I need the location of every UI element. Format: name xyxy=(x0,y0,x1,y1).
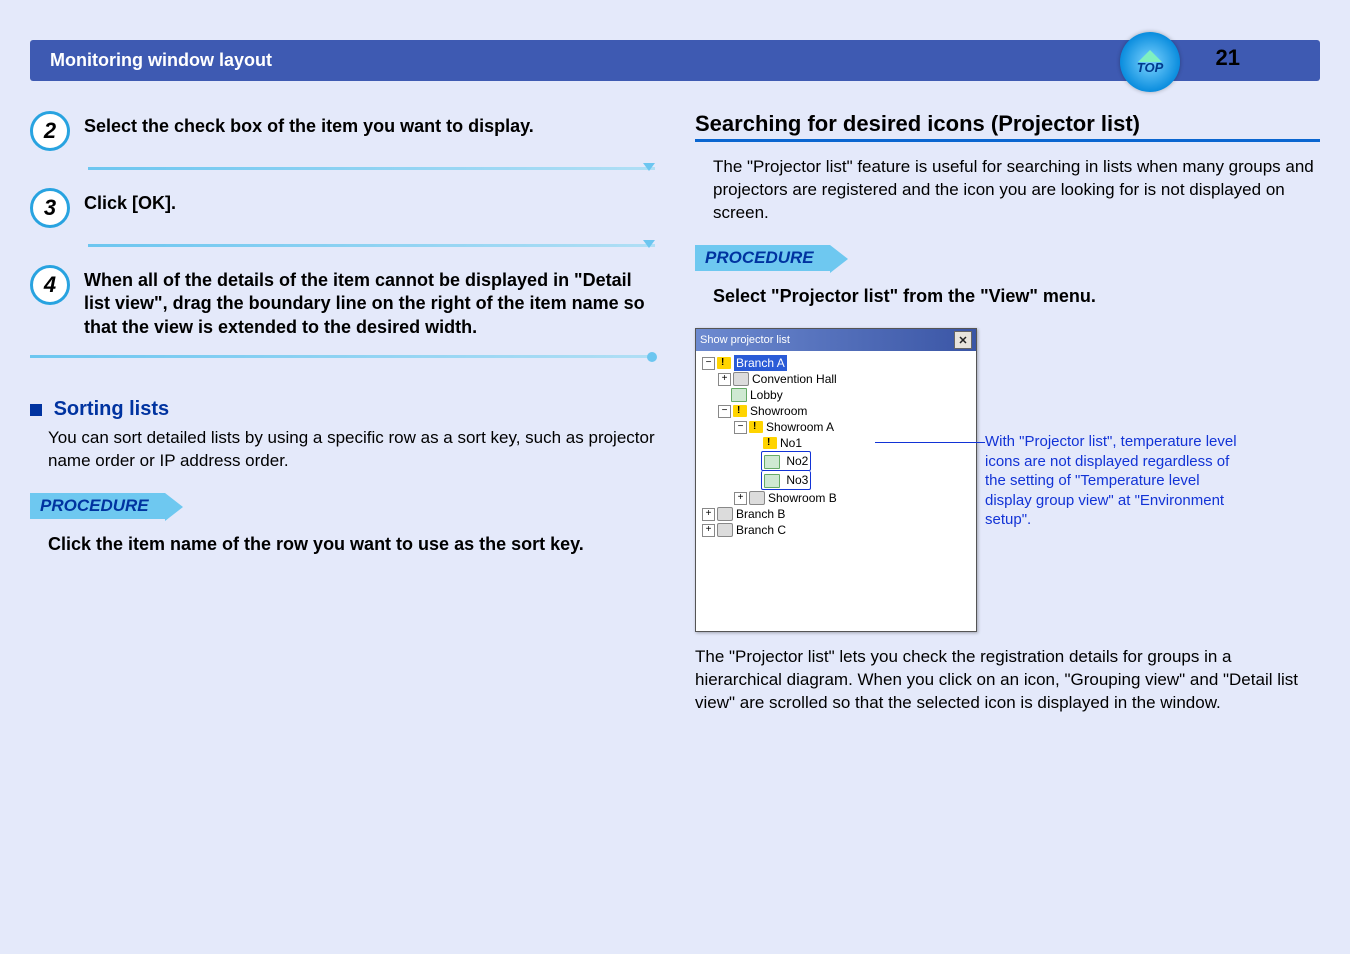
sorting-instruction: Click the item name of the row you want … xyxy=(48,533,655,556)
tree-label: Lobby xyxy=(750,387,783,403)
step-number: 2 xyxy=(30,111,70,151)
callout-note: With "Projector list", temperature level… xyxy=(985,432,1245,530)
step-text: When all of the details of the item cann… xyxy=(84,265,655,339)
tree-label: No3 xyxy=(786,473,808,487)
collapse-icon[interactable]: − xyxy=(702,357,715,370)
step-text: Click [OK]. xyxy=(84,188,176,215)
top-label: TOP xyxy=(1137,60,1164,75)
callout-highlight: No3 xyxy=(761,471,811,490)
warning-icon xyxy=(717,357,731,369)
tree-label: Branch C xyxy=(736,522,786,538)
callout-highlight: No2 xyxy=(761,451,811,471)
callout-line xyxy=(875,442,985,443)
projector-icon xyxy=(731,388,747,402)
tree-label: No2 xyxy=(786,454,808,468)
top-button[interactable]: TOP xyxy=(1120,32,1180,92)
tree-label: Showroom A xyxy=(766,419,834,435)
procedure-badge: PROCEDURE xyxy=(30,493,165,519)
tree-view[interactable]: − Branch A + Convention Hall xyxy=(696,351,976,631)
group-icon xyxy=(717,507,733,521)
group-icon xyxy=(717,523,733,537)
tree-showroom-b[interactable]: + Showroom B xyxy=(702,490,970,506)
expand-icon[interactable]: + xyxy=(702,508,715,521)
expand-icon[interactable]: + xyxy=(702,524,715,537)
window-title: Show projector list xyxy=(700,334,790,346)
separator-end xyxy=(30,355,655,358)
projector-icon xyxy=(764,455,780,469)
separator xyxy=(88,167,655,170)
tree-label: Showroom B xyxy=(768,490,837,506)
separator xyxy=(88,244,655,247)
window-titlebar: Show projector list ✕ xyxy=(696,329,976,351)
tree-no3[interactable]: No3 xyxy=(702,471,970,490)
page-number: 21 xyxy=(1216,45,1240,71)
close-button[interactable]: ✕ xyxy=(954,331,972,349)
collapse-icon[interactable]: − xyxy=(734,421,747,434)
group-icon xyxy=(733,372,749,386)
procedure-badge: PROCEDURE xyxy=(695,245,830,271)
intro-text: The "Projector list" feature is useful f… xyxy=(713,156,1320,225)
step-number: 3 xyxy=(30,188,70,228)
header-bar: Monitoring window layout TOP 21 xyxy=(30,40,1320,81)
warning-icon xyxy=(763,437,777,449)
section-heading: Searching for desired icons (Projector l… xyxy=(695,111,1320,137)
group-icon xyxy=(749,491,765,505)
tree-branch-c[interactable]: + Branch C xyxy=(702,522,970,538)
tree-label: Showroom xyxy=(750,403,807,419)
step-number: 4 xyxy=(30,265,70,305)
tree-label: Branch B xyxy=(736,506,785,522)
warning-icon xyxy=(749,421,763,433)
tree-label: Convention Hall xyxy=(752,371,837,387)
header-title: Monitoring window layout xyxy=(50,50,272,70)
collapse-icon[interactable]: − xyxy=(718,405,731,418)
tree-branch-a[interactable]: − Branch A xyxy=(702,355,970,371)
step-2: 2 Select the check box of the item you w… xyxy=(30,111,655,151)
heading-text: Sorting lists xyxy=(54,398,170,420)
step-4: 4 When all of the details of the item ca… xyxy=(30,265,655,339)
tree-label: No1 xyxy=(780,435,802,451)
projector-icon xyxy=(764,474,780,488)
tree-no1[interactable]: No1 xyxy=(702,435,970,451)
tree-label-selected: Branch A xyxy=(734,355,787,371)
tree-branch-b[interactable]: + Branch B xyxy=(702,506,970,522)
sorting-lists-heading: Sorting lists xyxy=(30,398,655,421)
warning-icon xyxy=(733,405,747,417)
tree-lobby[interactable]: Lobby xyxy=(702,387,970,403)
projector-list-window: Show projector list ✕ − Branch A + xyxy=(695,328,977,632)
step-text: Select the check box of the item you wan… xyxy=(84,111,534,138)
heading-underline xyxy=(695,139,1320,142)
tree-no2[interactable]: No2 xyxy=(702,451,970,471)
view-instruction: Select "Projector list" from the "View" … xyxy=(713,285,1320,308)
sorting-body-text: You can sort detailed lists by using a s… xyxy=(48,427,655,473)
after-text: The "Projector list" lets you check the … xyxy=(695,646,1320,715)
tree-convention-hall[interactable]: + Convention Hall xyxy=(702,371,970,387)
tree-showroom-a[interactable]: − Showroom A xyxy=(702,419,970,435)
step-3: 3 Click [OK]. xyxy=(30,188,655,228)
expand-icon[interactable]: + xyxy=(718,373,731,386)
expand-icon[interactable]: + xyxy=(734,492,747,505)
square-bullet-icon xyxy=(30,404,42,416)
tree-showroom[interactable]: − Showroom xyxy=(702,403,970,419)
